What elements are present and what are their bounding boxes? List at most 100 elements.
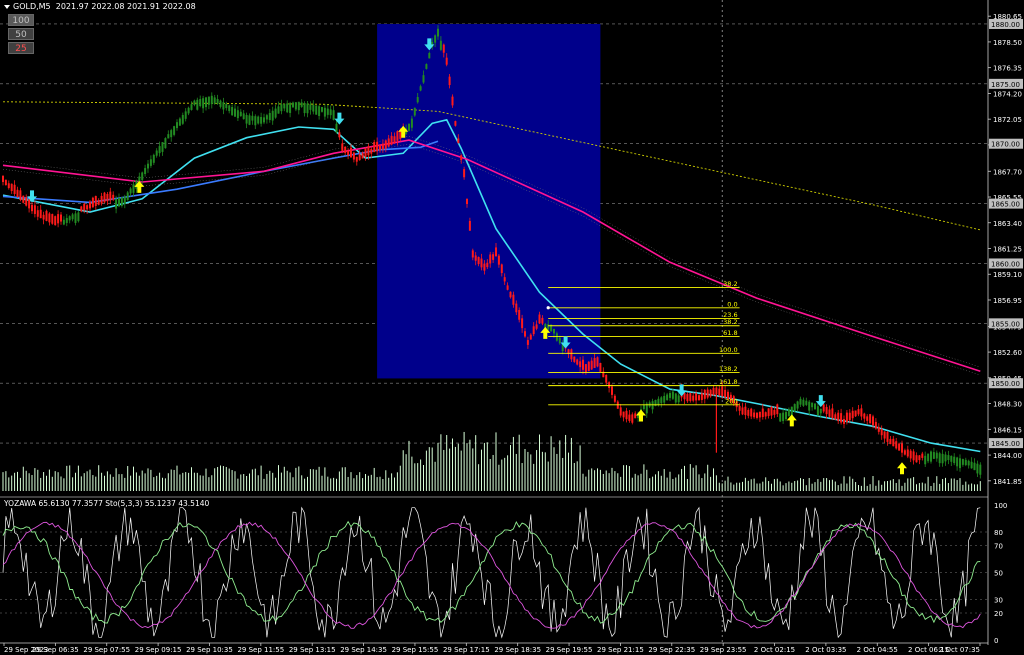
candle[interactable] [512, 294, 515, 305]
candle[interactable] [207, 96, 210, 105]
candle[interactable] [245, 114, 248, 124]
candle[interactable] [178, 118, 181, 126]
candle[interactable] [808, 401, 811, 411]
candle[interactable] [184, 111, 187, 119]
candle[interactable] [814, 403, 816, 410]
candle[interactable] [521, 318, 524, 329]
candle[interactable] [753, 412, 756, 418]
candle[interactable] [793, 404, 796, 412]
candle[interactable] [434, 35, 437, 43]
candle[interactable] [608, 382, 611, 389]
candle[interactable] [164, 138, 167, 149]
candle[interactable] [503, 277, 506, 282]
candle[interactable] [553, 328, 555, 334]
candle[interactable] [83, 203, 86, 211]
candle[interactable] [62, 219, 65, 225]
candle[interactable] [326, 108, 329, 115]
candle[interactable] [959, 458, 961, 469]
oscillator-slow-line[interactable] [2, 521, 981, 629]
candle[interactable] [474, 255, 477, 261]
candle[interactable] [611, 386, 613, 395]
candle[interactable] [489, 254, 492, 264]
candle[interactable] [129, 188, 132, 194]
candle[interactable] [669, 393, 671, 398]
candle[interactable] [376, 141, 379, 152]
candle[interactable] [483, 263, 486, 271]
candle[interactable] [524, 331, 526, 337]
candle[interactable] [202, 98, 205, 109]
candle[interactable] [700, 393, 703, 400]
candle[interactable] [466, 199, 468, 204]
candle[interactable] [216, 99, 219, 104]
candle[interactable] [36, 210, 39, 217]
candle[interactable] [912, 451, 915, 461]
candle[interactable] [231, 106, 234, 116]
candle[interactable] [60, 214, 62, 222]
candle[interactable] [613, 395, 616, 402]
candle[interactable] [419, 86, 422, 91]
candle[interactable] [115, 198, 118, 209]
candle[interactable] [976, 463, 979, 474]
candle[interactable] [315, 105, 318, 115]
candle[interactable] [68, 216, 71, 221]
candle[interactable] [756, 412, 758, 418]
candle[interactable] [750, 408, 753, 417]
candle[interactable] [947, 455, 950, 461]
candle[interactable] [799, 398, 802, 405]
arrow-up-icon[interactable] [897, 462, 907, 475]
candle[interactable] [970, 461, 973, 469]
candle[interactable] [558, 337, 561, 344]
candle[interactable] [312, 104, 315, 112]
candle[interactable] [787, 409, 790, 417]
candle[interactable] [100, 195, 103, 204]
candle[interactable] [408, 123, 410, 131]
candle[interactable] [837, 412, 840, 422]
candle[interactable] [869, 414, 872, 423]
level-25-button[interactable]: 25 [8, 42, 34, 54]
candle[interactable] [147, 163, 149, 169]
candle[interactable] [173, 126, 176, 135]
candle[interactable] [123, 196, 126, 205]
candle[interactable] [42, 214, 45, 220]
candle[interactable] [355, 156, 358, 162]
candle[interactable] [590, 360, 593, 370]
candle[interactable] [94, 195, 97, 206]
candle[interactable] [13, 184, 16, 195]
candle[interactable] [463, 169, 466, 178]
candle[interactable] [280, 104, 283, 112]
candle[interactable] [515, 303, 518, 313]
candle[interactable] [274, 108, 277, 118]
candle[interactable] [323, 107, 326, 117]
candle[interactable] [712, 387, 715, 396]
candle[interactable] [300, 102, 303, 107]
candle[interactable] [663, 395, 666, 403]
candle[interactable] [451, 96, 454, 106]
candle[interactable] [828, 409, 831, 417]
candle[interactable] [439, 40, 442, 50]
candle[interactable] [941, 453, 944, 464]
candle[interactable] [91, 197, 94, 208]
candle[interactable] [677, 395, 680, 403]
candle[interactable] [251, 115, 254, 121]
candle[interactable] [857, 409, 860, 415]
candle[interactable] [306, 103, 309, 114]
candle[interactable] [709, 389, 712, 397]
candle[interactable] [535, 324, 538, 329]
candle[interactable] [54, 216, 57, 226]
candle[interactable] [576, 359, 579, 365]
candle[interactable] [428, 53, 431, 59]
chart-window[interactable]: 38.2 0.0 23.6 38.2 61.8 100.0 138.2 161.8 200 10… [0, 0, 1024, 655]
candle[interactable] [373, 142, 376, 153]
candle[interactable] [234, 108, 236, 117]
candle[interactable] [674, 393, 677, 403]
candle[interactable] [219, 100, 222, 107]
candle[interactable] [112, 194, 115, 200]
candle[interactable] [277, 106, 280, 114]
candle[interactable] [950, 455, 953, 462]
candle[interactable] [390, 135, 393, 145]
candle[interactable] [2, 175, 4, 183]
candle[interactable] [181, 114, 184, 124]
candle[interactable] [883, 431, 886, 439]
candle[interactable] [538, 314, 541, 324]
candle[interactable] [132, 184, 135, 193]
